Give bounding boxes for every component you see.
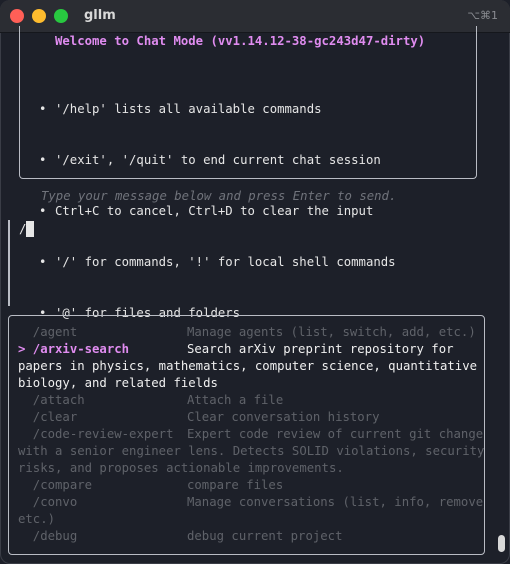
command-item[interactable]: /convo Manage conversations (list, info, … [18, 494, 484, 511]
command-name: /convo [18, 495, 78, 509]
welcome-box: Welcome to Chat Mode (vv1.14.12-38-gc243… [19, 26, 477, 320]
minimize-window-button[interactable] [32, 9, 46, 23]
command-description: Manage agents (list, switch, add, etc.) [187, 325, 476, 339]
command-name: /debug [18, 529, 78, 543]
command-item[interactable]: /agent Manage agents (list, switch, add, … [18, 324, 478, 341]
command-description: Manage conversations (list, info, remove… [187, 495, 485, 509]
bullet-text: Ctrl+C to cancel, Ctrl+D to clear the in… [55, 204, 374, 218]
command-name: /compare [18, 478, 93, 492]
welcome-bullet-list: • '/help' lists all available commands • '… [39, 67, 396, 356]
command-item[interactable]: /code-review-expert Expert code review of… [18, 426, 484, 443]
terminal-window: gllm ⌥⌘1 Welcome to Chat Mode (vv1.14.12… [0, 0, 510, 564]
bullet-glyph: • [39, 204, 47, 218]
bullet-text: '/help' lists all available commands [55, 102, 322, 116]
chat-input-value: / [19, 222, 27, 236]
command-description: Expert code review of current git change… [187, 427, 485, 441]
welcome-title: Welcome to Chat Mode (vv1.14.12-38-gc243… [55, 34, 426, 48]
command-description: Clear conversation history [187, 410, 380, 424]
command-description: Search arXiv preprint repository for [187, 342, 454, 356]
command-description-continued: with a senior engineer lens. Detects SOL… [18, 444, 485, 458]
welcome-bullet: • '/help' lists all available commands [39, 101, 396, 118]
zoom-window-button[interactable] [54, 9, 68, 23]
command-description: compare files [187, 478, 284, 492]
command-item[interactable]: /debug debug current project [18, 528, 478, 545]
welcome-bullet: • '/exit', '/quit' to end current chat se… [39, 152, 396, 169]
bullet-glyph: • [39, 102, 47, 116]
command-name: /agent [18, 325, 78, 339]
bullet-text: '/exit', '/quit' to end current chat ses… [55, 153, 381, 167]
tab-shortcut-label: ⌥⌘1 [467, 9, 498, 22]
command-item[interactable]: /compare compare files [18, 477, 478, 494]
close-window-button[interactable] [10, 9, 24, 23]
input-left-border [8, 220, 10, 306]
command-item[interactable]: > /arxiv-search Search arXiv preprint rep… [18, 341, 478, 358]
command-name: /code-review-expert [18, 427, 174, 441]
window-title: gllm [84, 8, 116, 23]
chat-input[interactable]: / [19, 221, 35, 238]
command-name: /attach [18, 393, 85, 407]
command-list: /agent Manage agents (list, switch, add, … [18, 324, 485, 545]
text-cursor [26, 221, 35, 237]
input-hint: Type your message below and press Enter … [41, 189, 397, 203]
command-description-continued: etc.) [18, 512, 56, 526]
command-name: /clear [18, 410, 78, 424]
command-description-continued: biology, and related fields [18, 376, 218, 390]
bullet-glyph: • [39, 255, 47, 269]
command-description-continued: papers in physics, mathematics, computer… [18, 359, 478, 373]
welcome-bullet: • '/' for commands, '!' for local shell c… [39, 254, 396, 271]
command-suggestion-menu: /agent Manage agents (list, switch, add, … [8, 315, 485, 555]
command-description: Attach a file [187, 393, 284, 407]
command-description-continued: risks, and proposes actionable improveme… [18, 461, 344, 475]
command-item[interactable]: /attach Attach a file [18, 392, 478, 409]
welcome-bullet: • Ctrl+C to cancel, Ctrl+D to clear the i… [39, 203, 396, 220]
command-name: > /arxiv-search [18, 342, 130, 356]
scrollbar-thumb[interactable] [498, 535, 505, 552]
bullet-text: '/' for commands, '!' for local shell co… [55, 255, 396, 269]
command-description: debug current project [187, 529, 343, 543]
command-item[interactable]: /clear Clear conversation history [18, 409, 478, 426]
bullet-glyph: • [39, 153, 47, 167]
